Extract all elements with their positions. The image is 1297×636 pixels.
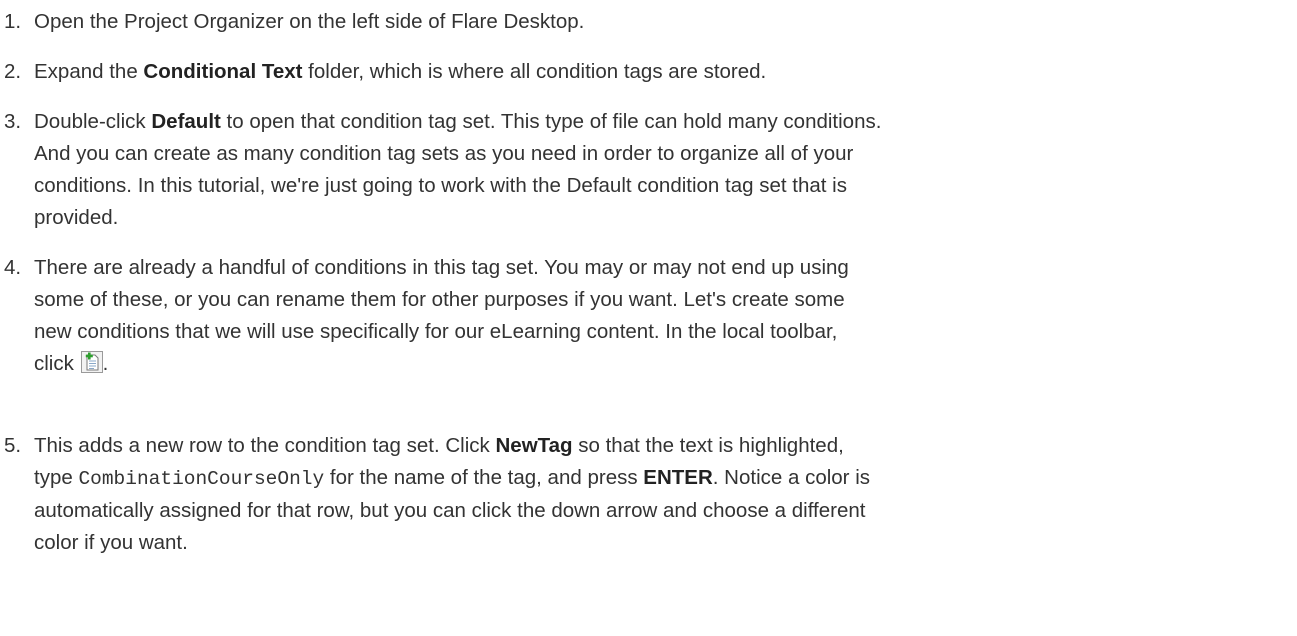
step-text: Open the Project Organizer on the left s… bbox=[34, 6, 1292, 38]
text-run: . bbox=[102, 352, 109, 375]
step-line: This adds a new row to the condition tag… bbox=[34, 430, 1292, 462]
step-line: type CombinationCourseOnly for the name … bbox=[34, 462, 1292, 495]
text-run: type bbox=[34, 466, 79, 489]
step-number: 5. bbox=[4, 434, 22, 457]
text-run: for the name of the tag, and press bbox=[324, 466, 644, 489]
step-line: color if you want. bbox=[34, 531, 188, 554]
step-number: 2. bbox=[4, 60, 22, 83]
text-run: so that the text is highlighted, bbox=[572, 434, 844, 457]
text-run: folder, which is where all condition tag… bbox=[302, 60, 767, 83]
text-run: Expand the bbox=[34, 60, 144, 83]
step-line: Double-click Default to open that condit… bbox=[34, 106, 1292, 138]
ui-term-newtag: NewTag bbox=[495, 434, 573, 457]
step-line: Expand the Conditional Text folder, whic… bbox=[34, 56, 1292, 88]
step-number: 3. bbox=[4, 110, 22, 133]
step-line: There are already a handful of condition… bbox=[34, 256, 849, 279]
ui-term-conditional-text: Conditional Text bbox=[143, 60, 303, 83]
text-run: to open that condition tag set. This typ… bbox=[220, 110, 882, 133]
step-number: 4. bbox=[4, 256, 22, 279]
text-run: Double-click bbox=[34, 110, 152, 133]
step-line: automatically assigned for that row, but… bbox=[34, 499, 866, 522]
new-item-icon bbox=[80, 351, 103, 373]
step-text: Expand the Conditional Text folder, whic… bbox=[34, 56, 1292, 88]
step-line: new conditions that we will use specific… bbox=[34, 320, 838, 343]
step-text: Double-click Default to open that condit… bbox=[34, 106, 1292, 234]
text-run: click bbox=[34, 352, 80, 375]
step-line: provided. bbox=[34, 206, 119, 229]
step-line: And you can create as many condition tag… bbox=[34, 142, 854, 165]
ui-term-enter-key: ENTER bbox=[643, 466, 713, 489]
step-line: Open the Project Organizer on the left s… bbox=[34, 10, 585, 33]
text-run: . Notice a color is bbox=[712, 466, 871, 489]
text-run: This adds a new row to the condition tag… bbox=[34, 434, 496, 457]
step-number: 1. bbox=[4, 10, 22, 33]
step-line: some of these, or you can rename them fo… bbox=[34, 288, 845, 311]
code-tag-name: CombinationCourseOnly bbox=[78, 468, 325, 490]
ui-term-default: Default bbox=[151, 110, 221, 133]
step-line: click . bbox=[34, 348, 1292, 380]
step-text: This adds a new row to the condition tag… bbox=[34, 430, 1292, 559]
step-text: There are already a handful of condition… bbox=[34, 252, 1292, 380]
step-line: conditions. In this tutorial, we're just… bbox=[34, 174, 847, 197]
